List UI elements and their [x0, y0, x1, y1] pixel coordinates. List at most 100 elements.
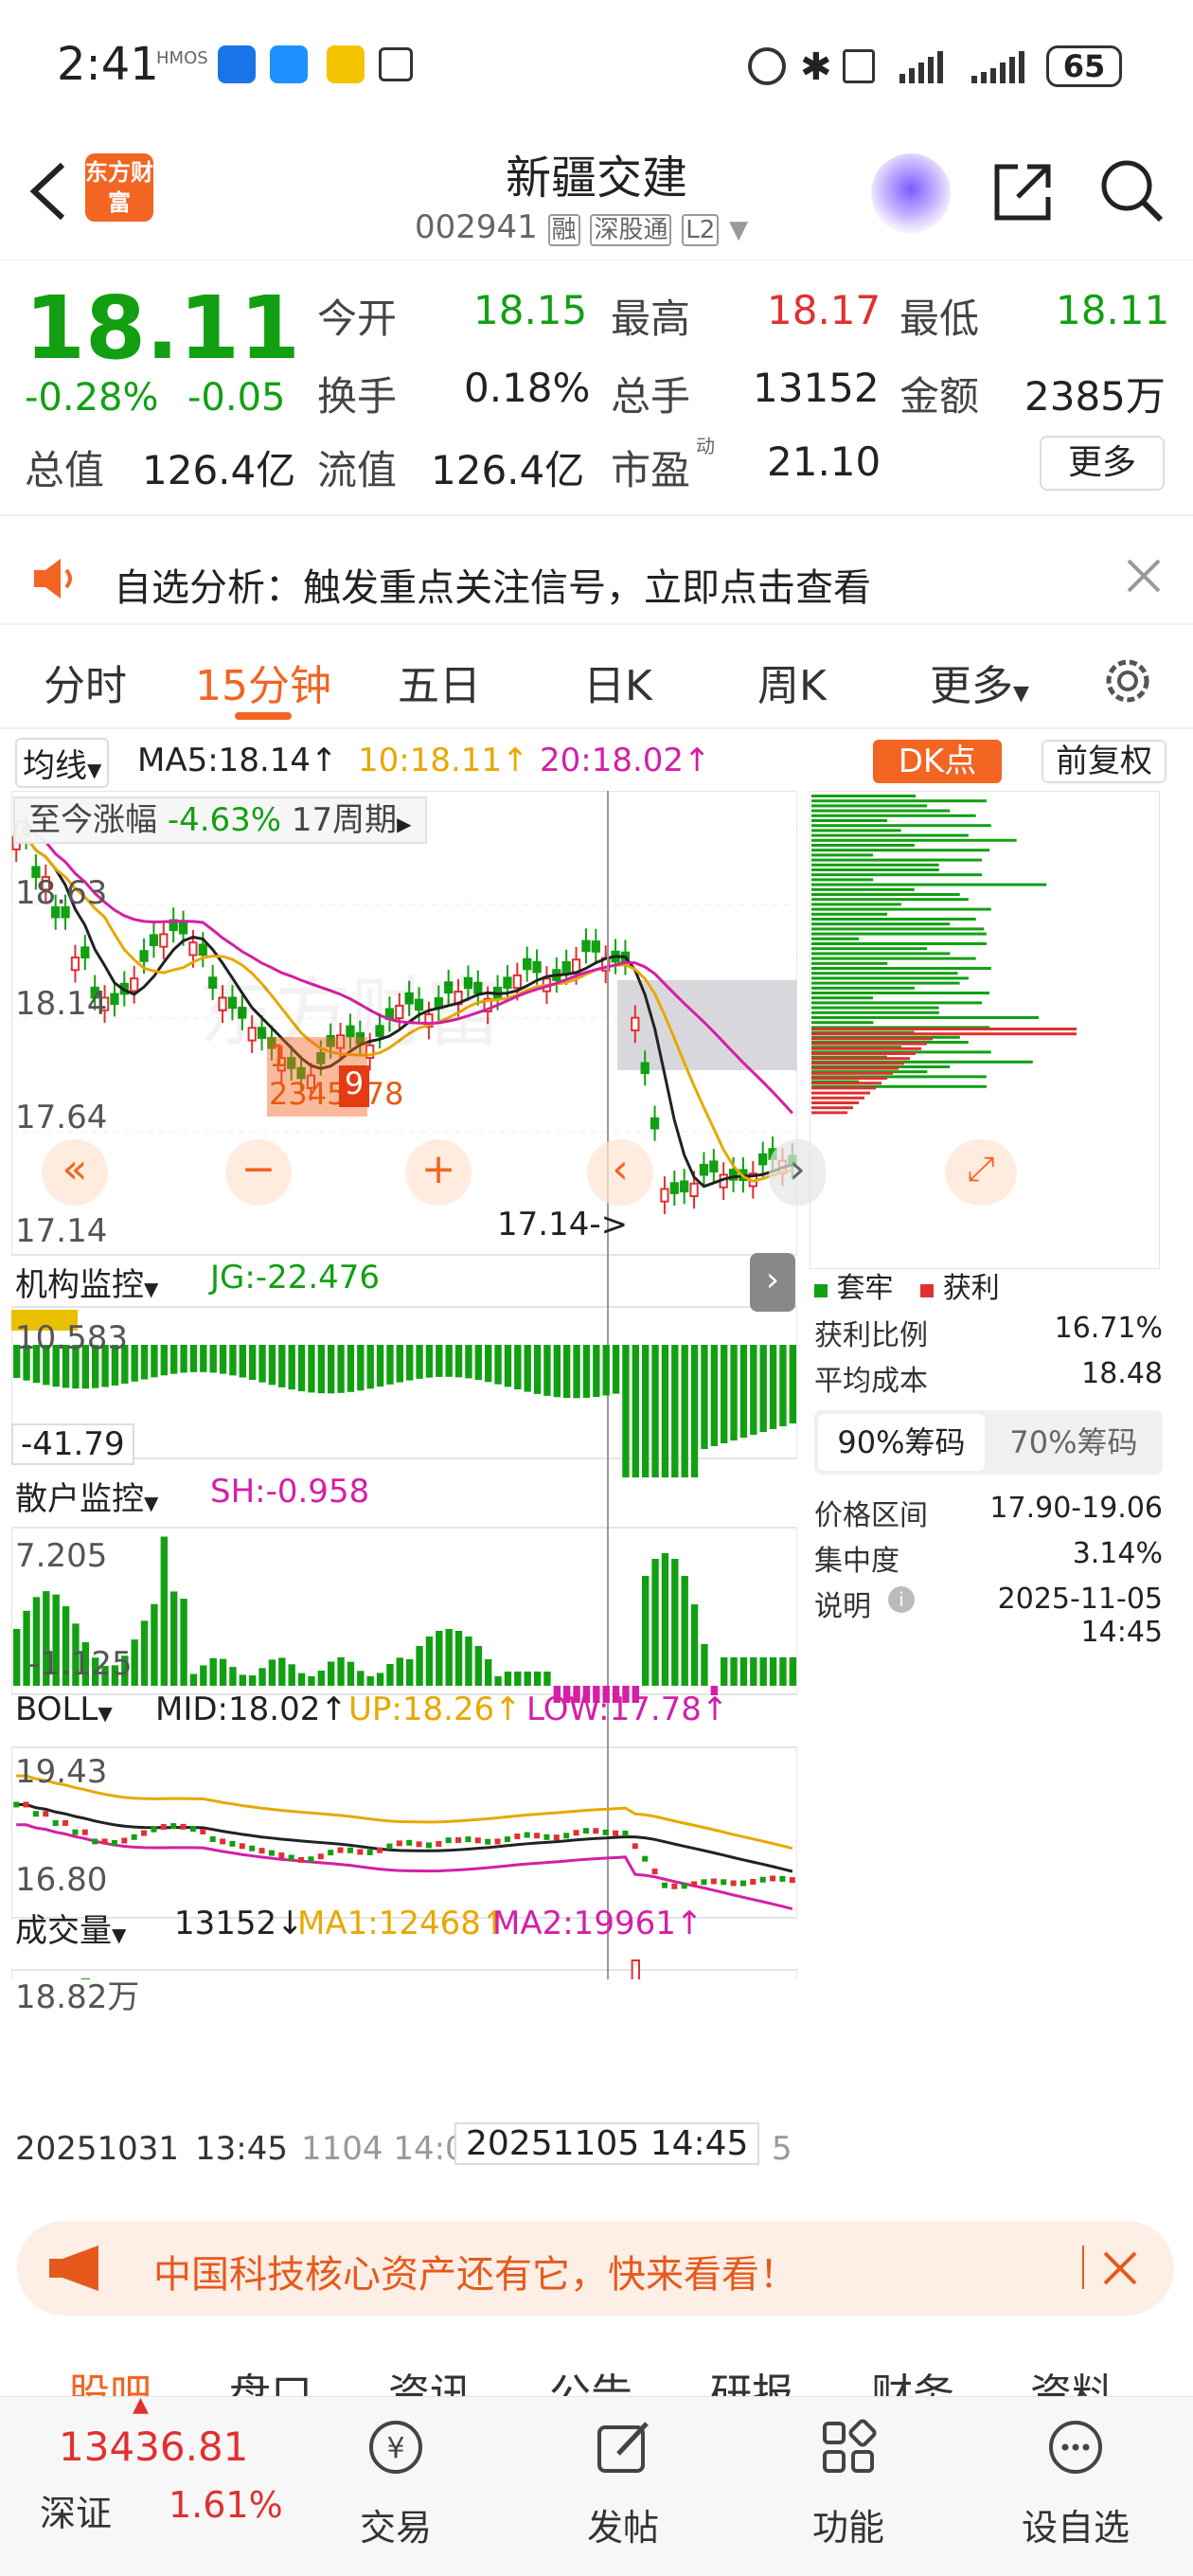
close-icon[interactable] — [1125, 557, 1163, 595]
sh-bar — [789, 1657, 796, 1686]
boll-candle — [62, 1819, 69, 1826]
jg-bar — [739, 1345, 748, 1438]
boll-candle — [691, 1881, 698, 1887]
status-time: 2:41 — [57, 38, 159, 91]
tab-15min[interactable]: 15分钟 — [195, 652, 331, 712]
jg-select[interactable]: 机构监控▼ — [15, 1259, 158, 1305]
boll-select[interactable]: BOLL▼ — [15, 1690, 113, 1728]
index-value[interactable]: 13436.81 — [59, 2424, 248, 2470]
jg-bar — [200, 1345, 207, 1372]
ma-select[interactable]: 均线▼ — [15, 738, 110, 788]
tab-5day[interactable]: 五日 — [398, 652, 481, 712]
nav-functions[interactable]: 功能 — [763, 2414, 934, 2550]
more-button[interactable]: 更多 — [1040, 436, 1165, 491]
volume-label: 总手 — [611, 373, 691, 420]
jg-bar — [317, 1345, 325, 1394]
robot-assistant-icon[interactable] — [871, 153, 951, 233]
sh-value: SH:-0.958 — [210, 1473, 370, 1511]
subtab-profile[interactable]: 资料 — [1030, 2360, 1113, 2396]
chip-trap-bar — [811, 957, 976, 960]
index-name[interactable]: 深证 — [40, 2484, 112, 2536]
jg-bar — [258, 1345, 266, 1383]
search-icon[interactable] — [1098, 157, 1165, 224]
subtab-research[interactable]: 研报 — [710, 2360, 793, 2396]
jg-bar — [573, 1345, 580, 1399]
sh-bar — [13, 1629, 21, 1686]
promo-banner[interactable]: 中国科技核心资产还有它，快来看看！ — [17, 2221, 1174, 2316]
jg-bar — [582, 1345, 591, 1398]
cursor-prev-icon[interactable]: ‹ — [587, 1139, 653, 1206]
sh-bar — [425, 1637, 434, 1686]
chip-tab-90[interactable]: 90%筹码 — [818, 1414, 985, 1471]
chip-trap-bar — [811, 961, 888, 965]
boll-candle — [189, 1826, 196, 1833]
boll-candle — [779, 1875, 786, 1882]
tab-more[interactable]: 更多▼ — [930, 652, 1029, 712]
notice-bar[interactable]: 自选分析：触发重点关注信号，立即点击查看 — [0, 530, 1193, 625]
stock-header: 东方财富 新疆交建 002941 融 深股通 L2 ▼ — [0, 133, 1193, 260]
banner-close-icon[interactable] — [1101, 2249, 1139, 2287]
jg-top-label: 10.583 — [15, 1319, 128, 1357]
boll-candle — [593, 1828, 599, 1834]
boll-candle — [170, 1823, 177, 1830]
boll-candle — [534, 1833, 541, 1839]
period-change-box[interactable]: 至今涨幅 -4.63% 17周期▶ — [13, 796, 427, 844]
subtab-announcement[interactable]: 公告 — [549, 2360, 632, 2396]
subtab-guba[interactable]: 股吧 — [68, 2360, 151, 2396]
zoom-in-icon[interactable]: + — [405, 1139, 472, 1206]
sh-bar — [268, 1659, 276, 1686]
trap-swatch — [814, 1284, 828, 1297]
dk-point-button[interactable]: DK点 — [873, 740, 1002, 783]
sh-bar — [308, 1675, 315, 1686]
ma20-value: 20:18.02↑ — [540, 742, 711, 779]
indicator-select-label: 均线 — [23, 747, 87, 785]
vol-top-label: 18.82万 — [15, 1978, 140, 2016]
chip-trap-bar — [811, 893, 960, 896]
chip-profit-bar — [811, 1096, 864, 1100]
sh-bar — [543, 1672, 551, 1686]
vol-select[interactable]: 成交量▼ — [15, 1905, 126, 1951]
tab-daily[interactable]: 日K — [583, 652, 652, 712]
boll-candle — [582, 1828, 589, 1834]
expand-panel-icon[interactable]: › — [750, 1253, 795, 1312]
bottom-nav: ▲ 13436.81 深证 1.61% ¥ 交易 发帖 功能 设自选 — [0, 2393, 1193, 2576]
settings-gear-icon[interactable] — [1100, 653, 1155, 708]
period-change-label: 至今涨幅 — [28, 801, 157, 839]
info-icon[interactable]: i — [888, 1586, 915, 1613]
stock-code-line[interactable]: 002941 融 深股通 L2 ▼ — [415, 208, 748, 246]
share-icon[interactable] — [989, 159, 1056, 225]
zoom-out-icon[interactable]: − — [225, 1139, 292, 1206]
subtab-pankou[interactable]: 盘口 — [229, 2360, 312, 2396]
chip-profit-bar — [811, 1052, 916, 1055]
subtab-news[interactable]: 资讯 — [388, 2360, 472, 2396]
sh-bar — [416, 1646, 423, 1686]
sh-select[interactable]: 散户监控▼ — [15, 1473, 158, 1519]
chip-tab-70[interactable]: 70%筹码 — [988, 1414, 1159, 1471]
tag-margin: 融 — [547, 214, 580, 246]
candle-body — [699, 1163, 709, 1176]
nav-add-watchlist[interactable]: 设自选 — [990, 2414, 1161, 2550]
scroll-left-icon[interactable]: « — [42, 1139, 108, 1206]
nav-post[interactable]: 发帖 — [538, 2414, 708, 2550]
chip-trap-bar — [811, 873, 983, 877]
back-icon[interactable] — [27, 161, 68, 222]
boll-candle — [111, 1839, 117, 1846]
chip-trap-bar — [811, 1021, 874, 1025]
candle-body — [159, 933, 169, 948]
tab-intraday[interactable]: 分时 — [44, 652, 127, 712]
tab-weekly[interactable]: 周K — [757, 652, 827, 712]
sh-bottom-label: -1.125 — [28, 1645, 133, 1683]
chip-trap-bar — [811, 858, 983, 862]
nav-trade[interactable]: ¥ 交易 — [311, 2414, 481, 2550]
market-cap-label: 总值 — [25, 447, 105, 493]
jg-bar — [288, 1345, 295, 1390]
adjust-button[interactable]: 前复权 — [1042, 740, 1166, 783]
jg-bar — [494, 1345, 502, 1385]
chip-trap-bar — [811, 887, 915, 891]
boll-candle — [789, 1877, 795, 1884]
chip-trap-bar — [811, 833, 969, 837]
boll-candle — [730, 1880, 737, 1887]
chip-trap-bar — [811, 947, 928, 951]
megaphone-icon — [49, 2245, 98, 2291]
subtab-finance[interactable]: 财务 — [871, 2360, 954, 2396]
